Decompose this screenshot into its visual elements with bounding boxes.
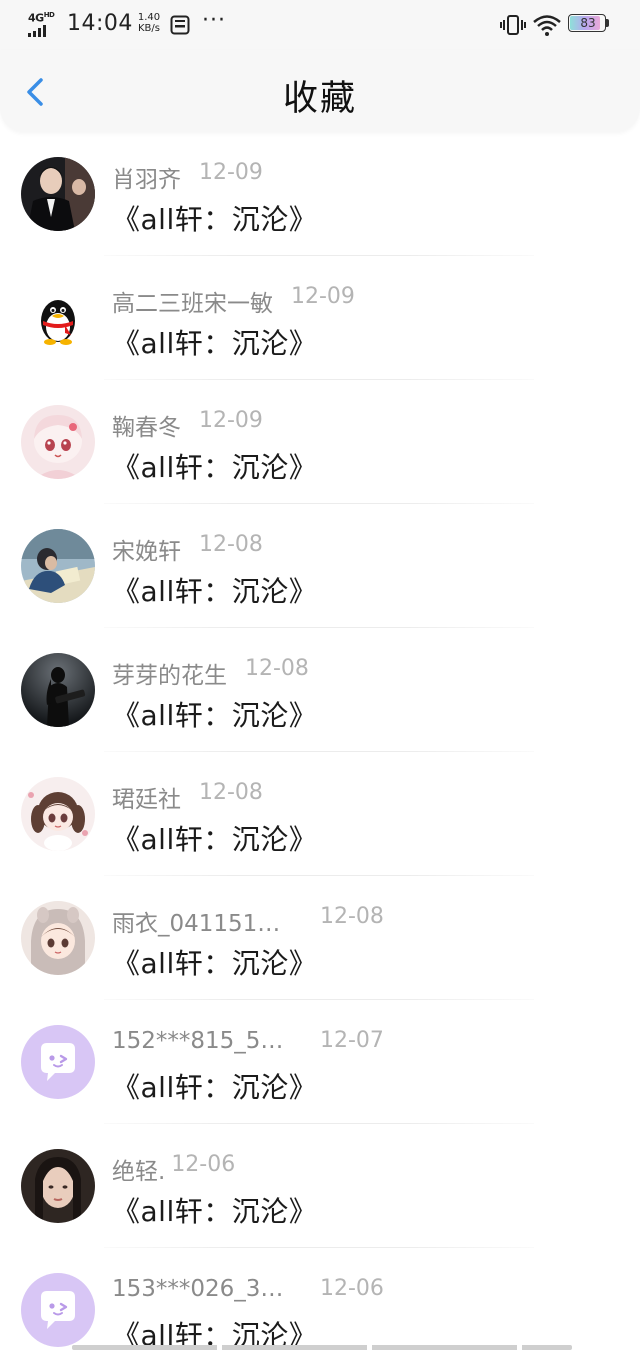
- author-name: 芽芽的花生: [112, 663, 227, 689]
- item-date: 12-07: [320, 1028, 384, 1053]
- avatar: [21, 157, 95, 231]
- item-title: 《all轩：沉沦》: [112, 699, 318, 732]
- item-meta: 绝轻. 12-06: [112, 1152, 236, 1185]
- item-date: 12-09: [199, 408, 263, 433]
- list-item[interactable]: 152***815_5… 12-07 《all轩：沉沦》: [0, 1000, 640, 1124]
- avatar: [21, 281, 95, 355]
- author-name: 宋娩轩: [112, 539, 181, 565]
- vibrate-icon: [500, 15, 526, 35]
- author-name: 雨衣_041151…: [112, 911, 281, 937]
- item-meta: 高二三班宋一敏 12-09: [112, 284, 355, 317]
- avatar: [21, 653, 95, 727]
- signal-icon: 4GHD: [28, 11, 60, 37]
- item-date: 12-08: [245, 656, 309, 681]
- item-meta: 芽芽的花生 12-08: [112, 656, 309, 689]
- network-speed: 1.40 KB/s: [137, 12, 161, 34]
- item-title: 《all轩：沉沦》: [112, 823, 318, 856]
- author-name: 153***026_3…: [112, 1276, 284, 1302]
- list-item[interactable]: 芽芽的花生 12-08 《all轩：沉沦》: [0, 628, 640, 752]
- wifi-icon: [533, 15, 561, 36]
- item-date: 12-08: [199, 532, 263, 557]
- avatar: [21, 529, 95, 603]
- item-title: 《all轩：沉沦》: [112, 327, 318, 360]
- author-name: 高二三班宋一敏: [112, 291, 273, 317]
- avatar: [21, 405, 95, 479]
- favorites-list: 肖羽齐 12-09 《all轩：沉沦》 高二三班宋一敏 12-09 《all轩：…: [0, 132, 640, 1351]
- clock: 14:04: [67, 11, 133, 36]
- list-item[interactable]: 153***026_3… 12-06 《all轩：沉沦》: [0, 1248, 640, 1351]
- item-meta: 珺廷社 12-08: [112, 780, 263, 813]
- sd-card-icon: [170, 15, 190, 35]
- battery-icon: 83: [568, 14, 609, 34]
- list-item[interactable]: 雨衣_041151… 12-08 《all轩：沉沦》: [0, 876, 640, 1000]
- avatar: [21, 901, 95, 975]
- nav-bar: 收藏: [0, 50, 640, 132]
- avatar: [21, 1149, 95, 1223]
- page-title: 收藏: [282, 79, 357, 119]
- list-item[interactable]: 高二三班宋一敏 12-09 《all轩：沉沦》: [0, 256, 640, 380]
- scroll-indicator: [72, 1345, 572, 1350]
- item-meta: 153***026_3… 12-06: [112, 1276, 384, 1306]
- item-meta: 肖羽齐 12-09: [112, 160, 263, 193]
- item-date: 12-06: [171, 1152, 236, 1177]
- list-item[interactable]: 珺廷社 12-08 《all轩：沉沦》: [0, 752, 640, 876]
- list-item[interactable]: 肖羽齐 12-09 《all轩：沉沦》: [0, 132, 640, 256]
- item-meta: 宋娩轩 12-08: [112, 532, 263, 565]
- item-meta: 鞠春冬 12-09: [112, 408, 263, 441]
- item-date: 12-09: [199, 160, 263, 185]
- item-date: 12-08: [320, 904, 384, 929]
- list-item[interactable]: 绝轻. 12-06 《all轩：沉沦》: [0, 1124, 640, 1248]
- item-title: 《all轩：沉沦》: [112, 575, 318, 608]
- network-type: 4GHD: [28, 11, 55, 25]
- author-name: 珺廷社: [112, 787, 181, 813]
- status-bar: 4GHD 14:04 1.40 KB/s ··· 83: [0, 0, 640, 50]
- item-title: 《all轩：沉沦》: [112, 1195, 318, 1228]
- item-date: 12-08: [199, 780, 263, 805]
- item-title: 《all轩：沉沦》: [112, 1071, 318, 1104]
- item-meta: 雨衣_041151… 12-08: [112, 904, 384, 937]
- avatar: [21, 1025, 95, 1099]
- item-title: 《all轩：沉沦》: [112, 203, 318, 236]
- more-notifications-icon: ···: [202, 8, 226, 33]
- favorites-screen: 4GHD 14:04 1.40 KB/s ··· 83 收藏 肖羽齐 12-09…: [0, 0, 640, 1351]
- item-date: 12-09: [291, 284, 355, 309]
- avatar: [21, 1273, 95, 1347]
- item-date: 12-06: [320, 1276, 384, 1301]
- avatar: [21, 777, 95, 851]
- item-title: 《all轩：沉沦》: [112, 451, 318, 484]
- author-name: 肖羽齐: [112, 167, 181, 193]
- author-name: 152***815_5…: [112, 1028, 284, 1054]
- list-item[interactable]: 鞠春冬 12-09 《all轩：沉沦》: [0, 380, 640, 504]
- item-meta: 152***815_5… 12-07: [112, 1028, 384, 1058]
- battery-percent: 83: [580, 16, 596, 30]
- list-item[interactable]: 宋娩轩 12-08 《all轩：沉沦》: [0, 504, 640, 628]
- item-title: 《all轩：沉沦》: [112, 947, 318, 980]
- author-name: 绝轻.: [112, 1159, 166, 1185]
- author-name: 鞠春冬: [112, 415, 181, 441]
